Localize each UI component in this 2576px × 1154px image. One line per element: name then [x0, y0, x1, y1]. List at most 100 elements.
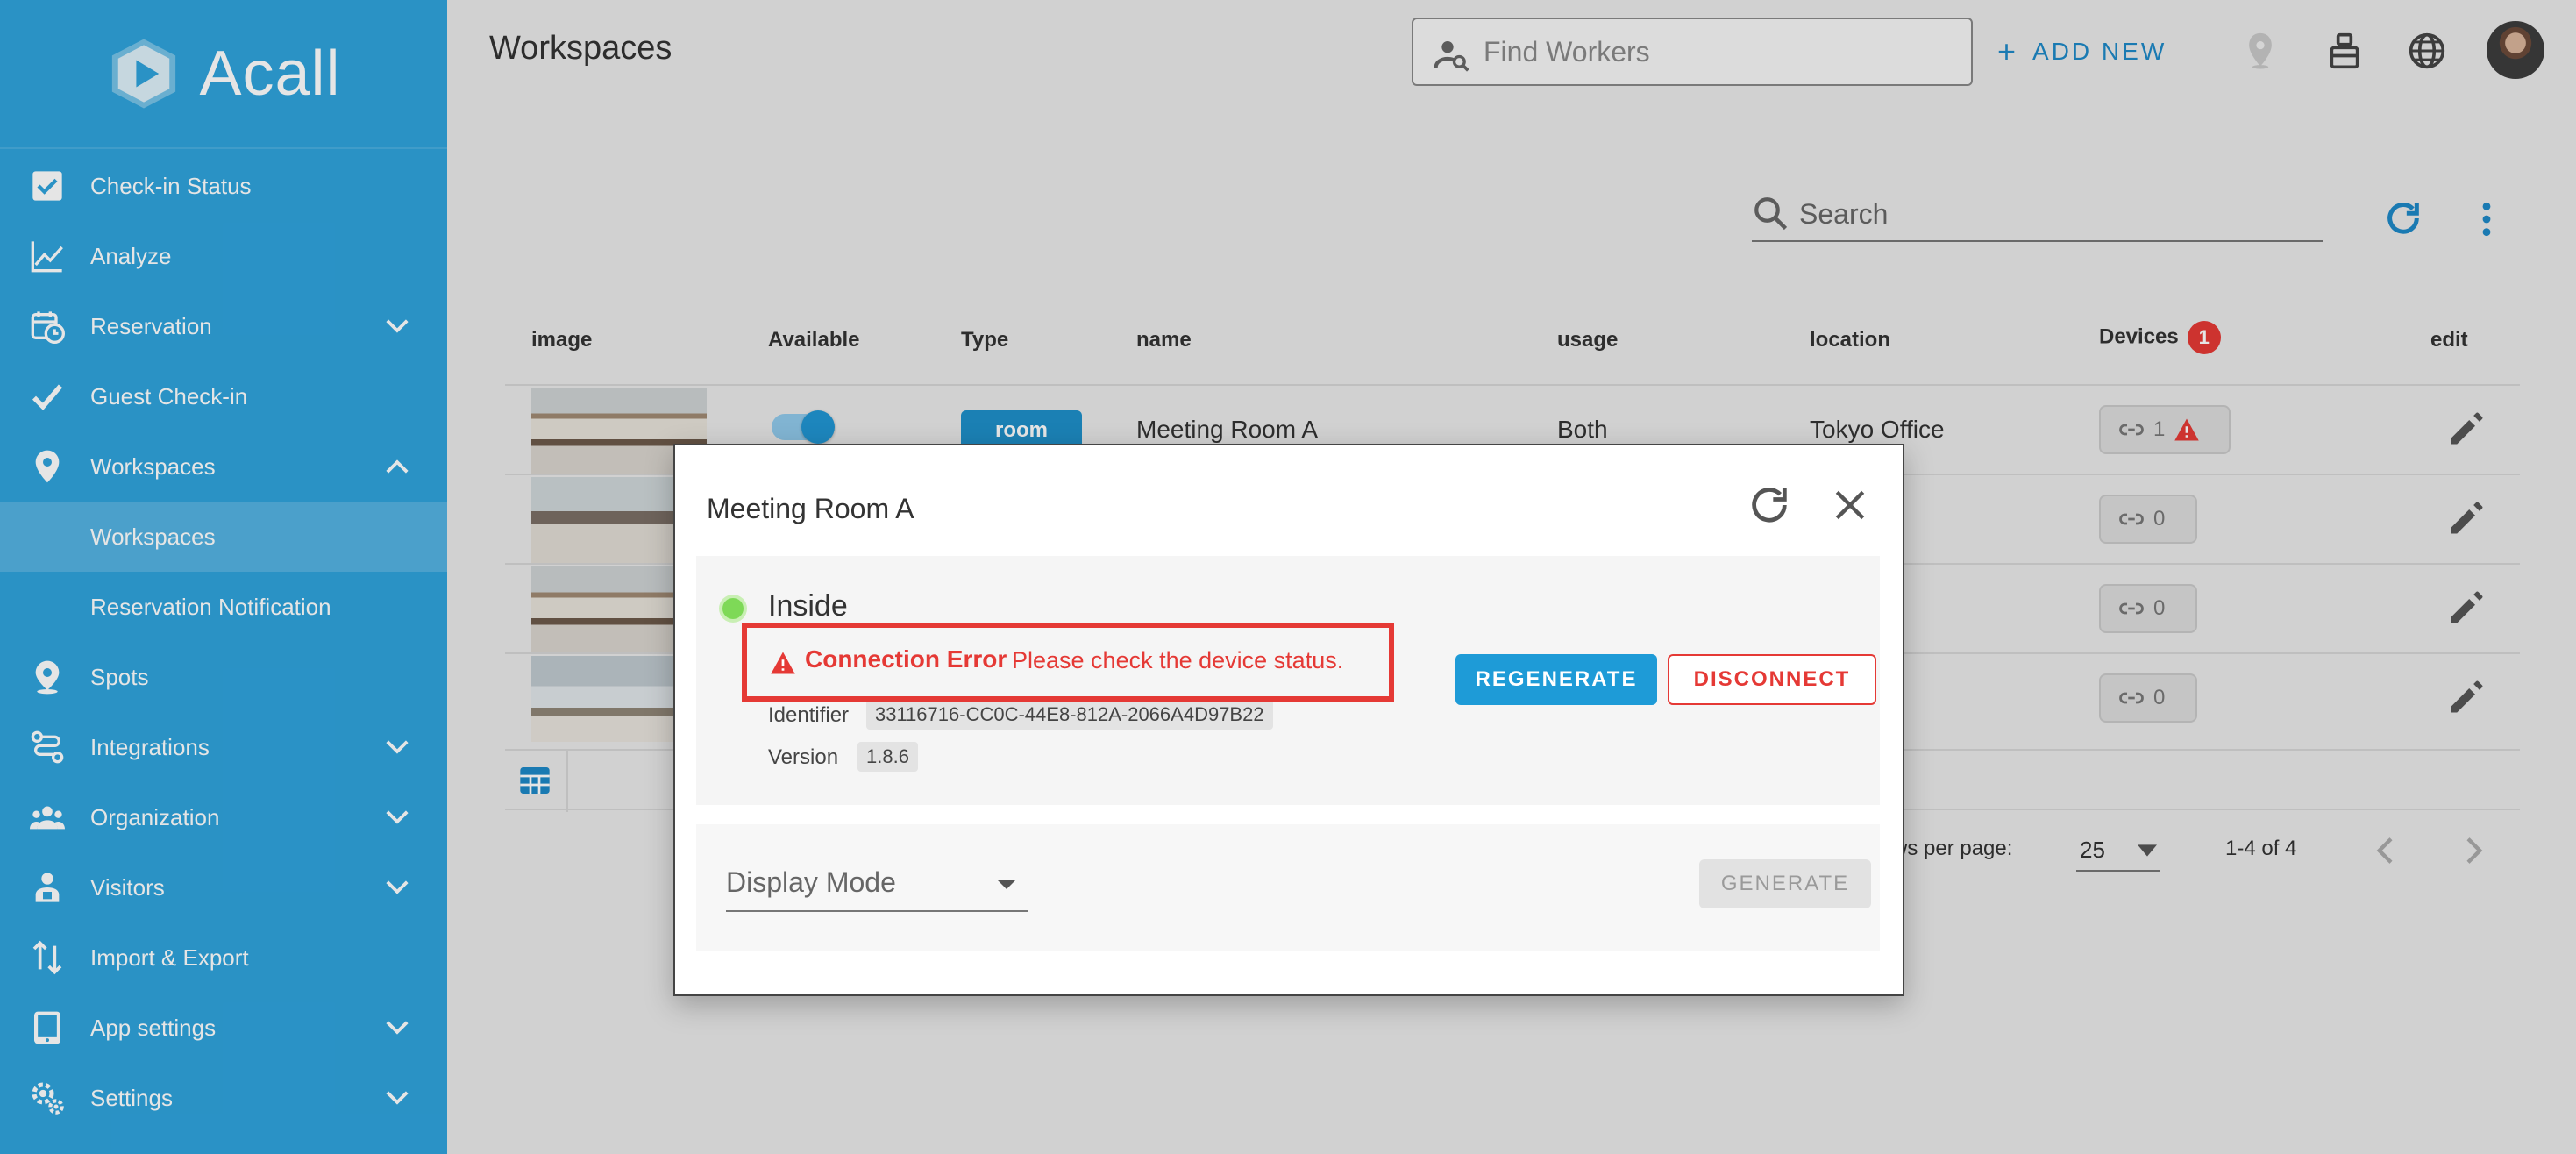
location-pin-icon[interactable] [2241, 32, 2280, 70]
chevron-up-icon [386, 459, 409, 474]
chevron-down-icon [386, 319, 409, 333]
find-workers-input[interactable]: Find Workers [1412, 18, 1973, 86]
sidebar-item-reservation[interactable]: Reservation [0, 291, 447, 361]
edit-pencil-icon[interactable] [2446, 410, 2485, 449]
toolbar-divider [566, 751, 568, 812]
caret-down-icon [998, 880, 1015, 889]
user-avatar[interactable] [2487, 21, 2544, 79]
more-vert-icon[interactable] [2478, 200, 2495, 239]
column-header-location[interactable]: location [1810, 328, 1890, 353]
available-toggle[interactable] [772, 410, 835, 444]
rows-per-page-label: ws per page: [1892, 837, 2013, 860]
sidebar-item-workspaces[interactable]: Workspaces [0, 431, 447, 502]
sidebar-item-visitors[interactable]: Visitors [0, 852, 447, 922]
connection-error-alert: Connection Error Please check the device… [742, 623, 1394, 702]
devices-header-label: Devices [2099, 324, 2179, 349]
column-header-type[interactable]: Type [961, 328, 1008, 353]
globe-icon[interactable] [2408, 32, 2446, 70]
sidebar-item-label: Guest Check-in [90, 382, 248, 410]
device-count: 1 [2153, 417, 2166, 441]
refresh-icon[interactable] [1747, 482, 1792, 528]
link-icon [2119, 692, 2144, 704]
regenerate-button[interactable]: REGENERATE [1455, 654, 1657, 705]
column-header-image[interactable]: image [531, 328, 592, 353]
caret-down-icon [2138, 844, 2157, 857]
column-header-name[interactable]: name [1136, 328, 1192, 353]
sidebar-item-guest-check-in[interactable]: Guest Check-in [0, 361, 447, 431]
row-name: Meeting Room A [1136, 416, 1318, 443]
plus-icon: + [1997, 33, 2019, 69]
chevron-right-icon[interactable] [2455, 833, 2490, 868]
close-icon[interactable] [1831, 486, 1869, 524]
tablet-icon [34, 1011, 60, 1044]
calendar-clock-icon [31, 311, 65, 344]
pagination-range: 1-4 of 4 [2225, 837, 2297, 860]
edit-pencil-icon[interactable] [2446, 679, 2485, 717]
link-icon [2119, 424, 2144, 436]
chevron-down-icon [386, 1021, 409, 1035]
check-in-terminal-icon[interactable] [2325, 32, 2364, 70]
rows-per-page-value: 25 [2080, 837, 2105, 863]
row-location: Tokyo Office [1810, 416, 1945, 443]
location-pin-icon [35, 450, 60, 483]
chevron-left-icon[interactable] [2369, 833, 2404, 868]
device-count: 0 [2153, 507, 2166, 531]
brand-name: Acall [199, 39, 341, 109]
brand-logo[interactable]: Acall [0, 0, 447, 149]
devices-button[interactable]: 0 [2099, 673, 2197, 723]
sidebar-subitem-workspaces[interactable]: Workspaces [0, 502, 447, 572]
table-view-icon[interactable] [517, 763, 552, 798]
device-status-panel: Inside Identifier 33116716-CC0C-44E8-812… [696, 556, 1880, 805]
sidebar-subitem-reservation-notification[interactable]: Reservation Notification [0, 572, 447, 642]
column-header-edit: edit [2430, 328, 2468, 352]
error-message: Please check the device status. [1012, 647, 1344, 673]
sidebar-item-label: Workspaces [90, 452, 216, 480]
sidebar-item-import-export[interactable]: Import & Export [0, 922, 447, 993]
row-usage: Both [1557, 416, 1608, 443]
disconnect-button[interactable]: DISCONNECT [1668, 654, 1876, 705]
error-title: Connection Error [805, 645, 1007, 673]
display-mode-panel: Display Mode GENERATE [696, 824, 1880, 951]
edit-pencil-icon[interactable] [2446, 589, 2485, 628]
gears-icon [32, 1082, 64, 1115]
find-workers-placeholder: Find Workers [1484, 35, 1650, 68]
import-export-icon [32, 940, 62, 975]
table-search-input[interactable]: Search [1752, 191, 2323, 242]
sidebar-item-label: Visitors [90, 873, 165, 901]
column-header-available[interactable]: Available [768, 328, 860, 353]
edit-pencil-icon[interactable] [2446, 500, 2485, 538]
rows-per-page-select[interactable]: 25 [2076, 831, 2160, 872]
table-search-placeholder: Search [1799, 198, 1889, 230]
devices-button[interactable]: 0 [2099, 495, 2197, 544]
chevron-down-icon [386, 810, 409, 824]
generate-button[interactable]: GENERATE [1699, 859, 1871, 908]
devices-alert-badge: 1 [2187, 321, 2221, 354]
warning-icon [2174, 418, 2200, 441]
sidebar-item-label: App settings [90, 1014, 217, 1041]
integration-icon [31, 730, 64, 764]
link-icon [2119, 513, 2144, 525]
sidebar-item-label: Integrations [90, 733, 210, 760]
display-mode-select[interactable]: Display Mode [726, 859, 1028, 912]
sidebar-item-check-in-status[interactable]: Check-in Status [0, 151, 447, 221]
link-icon [2119, 602, 2144, 615]
sidebar-item-app-settings[interactable]: App settings [0, 993, 447, 1063]
devices-button[interactable]: 0 [2099, 584, 2197, 633]
sidebar-item-label: Organization [90, 803, 220, 830]
display-mode-placeholder: Display Mode [726, 866, 896, 898]
sidebar-item-analyze[interactable]: Analyze [0, 221, 447, 291]
check-box-icon [32, 171, 62, 201]
sidebar-item-organization[interactable]: Organization [0, 782, 447, 852]
sidebar-item-spots[interactable]: Spots [0, 642, 447, 712]
refresh-icon[interactable] [2383, 198, 2423, 239]
check-mark-icon [32, 384, 63, 410]
column-header-usage[interactable]: usage [1557, 328, 1618, 353]
sidebar-item-integrations[interactable]: Integrations [0, 712, 447, 782]
sidebar-item-label: Workspaces [90, 523, 216, 550]
version-label: Version [768, 745, 839, 769]
add-new-button[interactable]: + ADD NEW [1997, 33, 2167, 70]
column-header-devices[interactable]: Devices 1 [2099, 321, 2221, 354]
devices-button[interactable]: 1 [2099, 405, 2231, 454]
visitor-icon [35, 873, 60, 902]
sidebar-item-settings[interactable]: Settings [0, 1063, 447, 1133]
